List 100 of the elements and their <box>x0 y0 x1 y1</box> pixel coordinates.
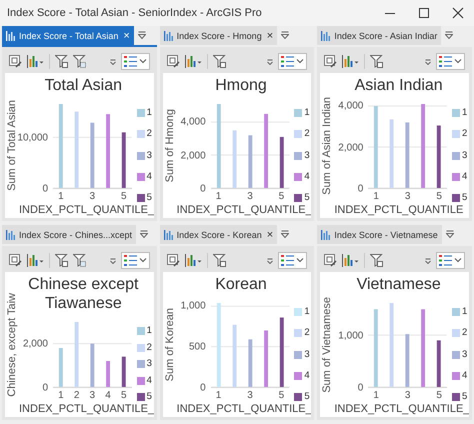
tick-label: 5 <box>436 191 442 202</box>
axis-title: Sum of Asian Indian <box>321 96 334 194</box>
filter-icon[interactable] <box>370 54 384 68</box>
legend-label: 1 <box>146 326 152 336</box>
tab-close[interactable]: × <box>266 30 274 42</box>
tick-label: 1 <box>373 390 379 401</box>
properties-icon[interactable] <box>324 54 338 68</box>
tab-close[interactable]: × <box>123 30 130 42</box>
chart-type-icon[interactable] <box>342 254 360 266</box>
tick-label: 3 <box>404 390 410 401</box>
tick-label: 3 <box>90 390 96 401</box>
overflow-icon[interactable] <box>281 230 290 239</box>
overflow-icon[interactable] <box>138 31 146 40</box>
caret-icon <box>296 257 304 263</box>
bar <box>437 340 442 387</box>
properties-icon[interactable] <box>9 254 22 266</box>
legend-label: 2 <box>146 129 152 140</box>
caret-icon <box>454 257 462 263</box>
selection-filter-icon[interactable] <box>73 254 86 266</box>
legend-button[interactable] <box>278 252 308 268</box>
bar <box>390 119 394 188</box>
bar <box>232 324 236 387</box>
legend-label: 3 <box>462 350 468 360</box>
legend-label: 5 <box>146 193 152 203</box>
tick-label: 0 <box>358 184 364 194</box>
tick-label: 5 <box>436 390 442 401</box>
tick-label: 3 <box>90 191 96 202</box>
tick-label: 4,000 <box>180 116 206 128</box>
legend-label: 4 <box>462 370 468 381</box>
legend-label: 4 <box>146 172 152 182</box>
legend-button[interactable] <box>120 252 150 268</box>
list-icon <box>124 54 137 68</box>
legend-label: 5 <box>462 193 468 203</box>
tab-close[interactable]: × <box>266 228 274 240</box>
selection-filter-icon[interactable] <box>73 54 86 68</box>
chart-type-icon[interactable] <box>27 54 44 68</box>
sort-icon[interactable] <box>110 256 116 264</box>
chart-tab[interactable]: Index Score - Hmong × <box>160 26 278 45</box>
legend-label: 2 <box>304 129 310 140</box>
filter-icon[interactable] <box>212 254 226 266</box>
chart-tab[interactable]: Index Score - Asian Indiar <box>317 26 442 45</box>
maximize-icon[interactable] <box>418 7 430 19</box>
filter-icon[interactable] <box>212 54 226 68</box>
legend-label: 1 <box>304 307 310 317</box>
tick-label: 2,000 <box>22 338 48 350</box>
bar <box>106 361 110 387</box>
chart-type-icon[interactable] <box>342 54 360 68</box>
list-icon <box>439 54 452 68</box>
legend-button[interactable] <box>120 52 150 70</box>
sort-icon[interactable] <box>267 57 274 65</box>
sort-icon[interactable] <box>110 57 116 65</box>
bar-chart-icon <box>164 30 174 40</box>
overflow-icon[interactable] <box>140 230 148 239</box>
tick-label: 2 <box>74 390 80 401</box>
legend-label: 4 <box>462 172 468 182</box>
properties-icon[interactable] <box>324 254 338 266</box>
caret-icon <box>138 257 147 263</box>
sort-icon[interactable] <box>425 57 431 65</box>
chart-type-icon[interactable] <box>184 54 202 68</box>
close-icon[interactable] <box>452 7 464 19</box>
chart-tab[interactable]: Index Score - Korean × <box>160 225 278 244</box>
bar <box>232 130 236 188</box>
chart-tab[interactable]: Index Score - Vietnamese <box>317 225 442 244</box>
properties-icon[interactable] <box>9 54 22 68</box>
sort-icon[interactable] <box>425 256 431 264</box>
legend-label: 3 <box>304 150 310 160</box>
overflow-icon[interactable] <box>445 31 454 40</box>
legend-button[interactable] <box>436 52 465 70</box>
tick-label: 0 <box>358 382 364 394</box>
filter-icon[interactable] <box>55 254 68 266</box>
list-icon <box>124 254 137 266</box>
bar <box>248 339 252 387</box>
chart-tab[interactable]: Index Score - Chines...xcept <box>2 225 136 244</box>
legend-label: 2 <box>462 129 468 140</box>
tick-label: 4 <box>105 390 111 401</box>
overflow-icon[interactable] <box>446 230 454 239</box>
properties-icon[interactable] <box>166 54 180 68</box>
bar <box>248 135 252 188</box>
legend-button[interactable] <box>278 52 308 70</box>
filter-icon[interactable] <box>370 254 384 266</box>
chart-tab[interactable]: Index Score - Total Asian × <box>2 26 134 45</box>
overflow-icon[interactable] <box>281 31 290 40</box>
legend-button[interactable] <box>436 252 465 268</box>
chart-type-icon[interactable] <box>184 254 202 266</box>
axis-title: Chinese, except Taiw <box>6 292 18 396</box>
legend-label: 3 <box>146 150 152 160</box>
filter-icon[interactable] <box>55 54 68 68</box>
sort-icon[interactable] <box>267 256 274 264</box>
chart-type-icon[interactable] <box>27 254 44 266</box>
legend-label: 1 <box>146 108 152 118</box>
tick-label: 0 <box>200 184 206 194</box>
bar <box>122 132 126 188</box>
axis-title: INDEX_PCTL_QUANTILE <box>334 203 464 218</box>
bar-chart-icon <box>6 230 16 240</box>
list-icon <box>439 254 452 266</box>
properties-icon[interactable] <box>166 254 180 266</box>
caret-icon <box>454 58 462 64</box>
tick-label: 0 <box>200 382 206 394</box>
legend-label: 5 <box>462 392 468 402</box>
caret-icon <box>296 58 304 64</box>
